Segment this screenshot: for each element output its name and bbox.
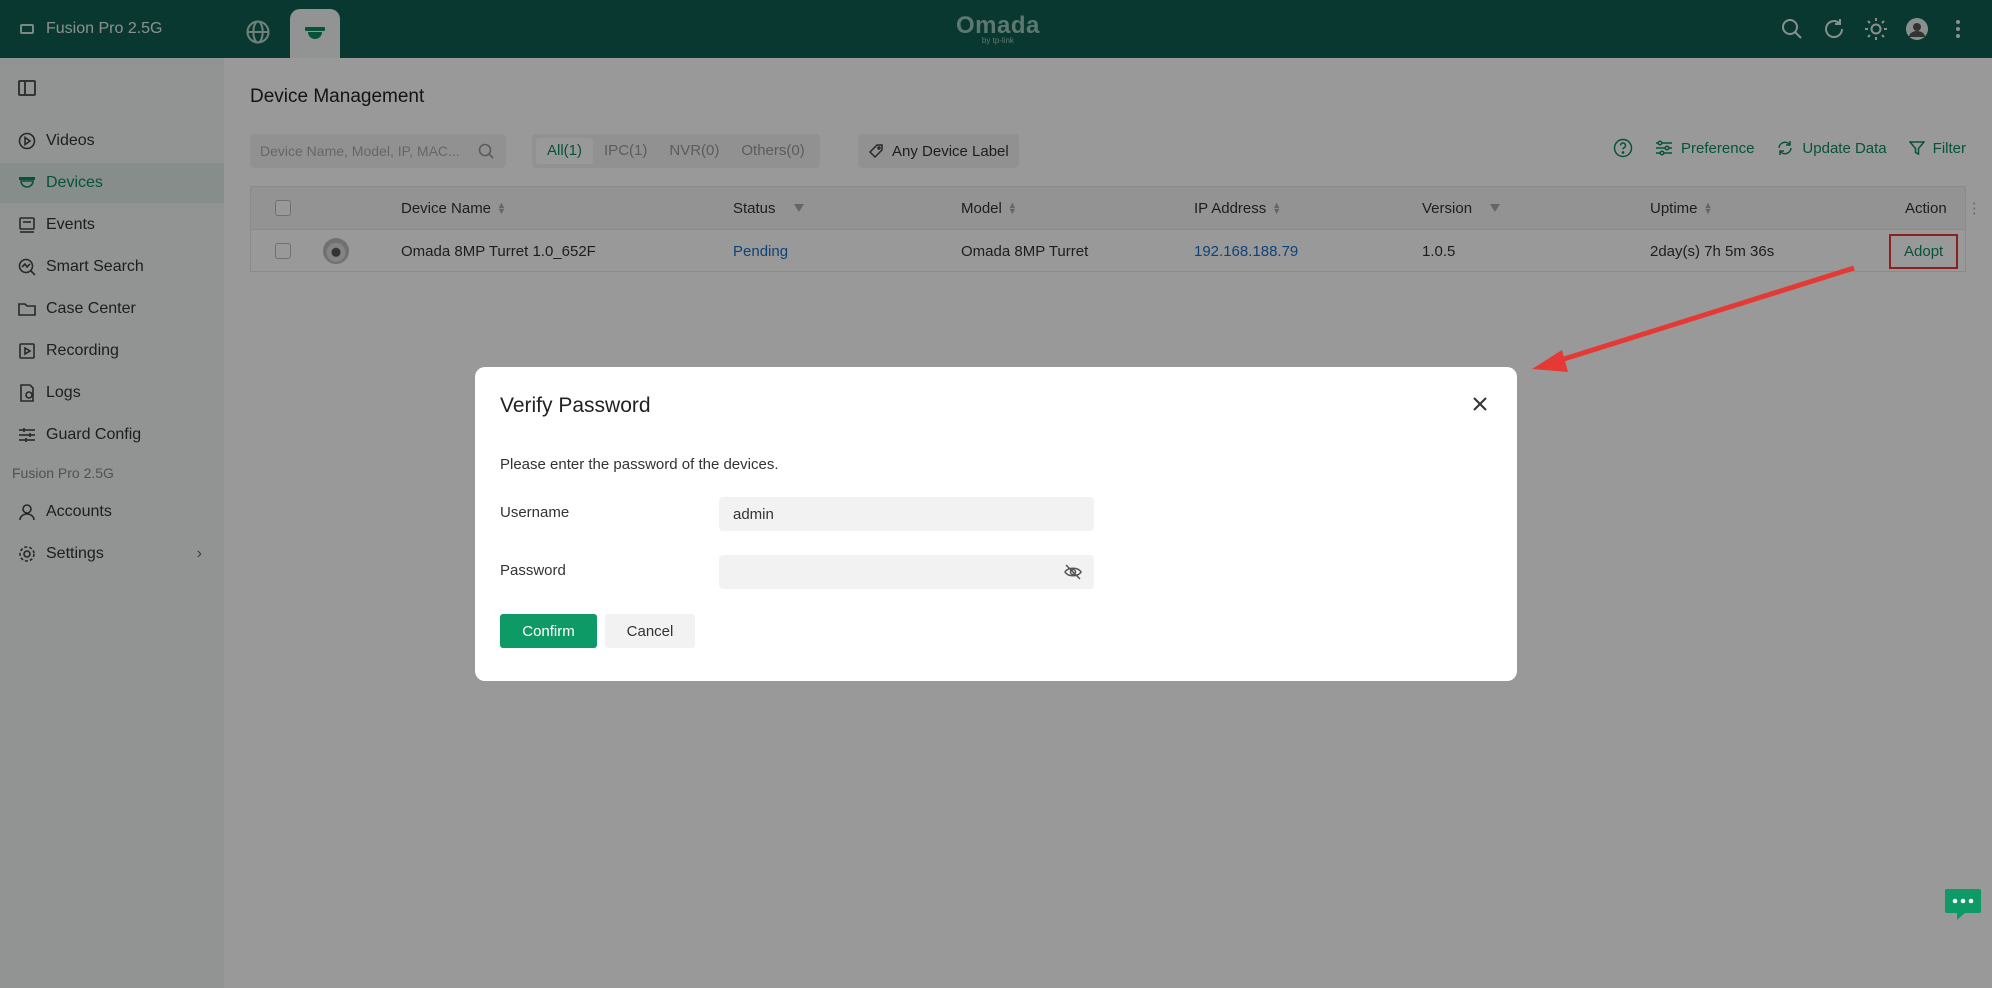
eye-off-icon[interactable] [1063, 562, 1083, 582]
username-label: Username [500, 504, 570, 521]
username-field[interactable] [719, 497, 1094, 531]
confirm-button[interactable]: Confirm [500, 614, 597, 648]
dialog-description: Please enter the password of the devices… [500, 456, 779, 473]
dialog-title: Verify Password [500, 394, 651, 417]
close-icon[interactable] [1471, 395, 1489, 413]
password-field[interactable] [719, 555, 1094, 589]
cancel-button[interactable]: Cancel [605, 614, 695, 648]
password-label: Password [500, 562, 566, 579]
chat-icon[interactable] [1944, 887, 1982, 921]
verify-password-dialog: Verify Password Please enter the passwor… [475, 367, 1517, 681]
